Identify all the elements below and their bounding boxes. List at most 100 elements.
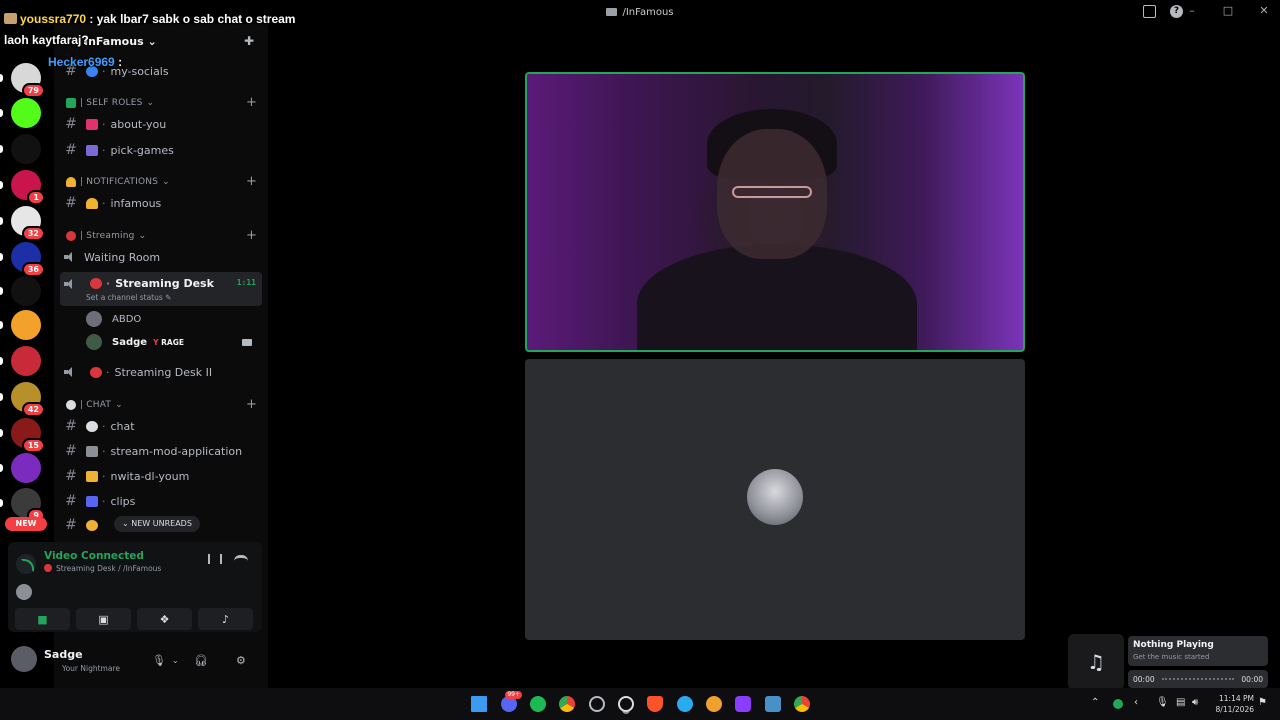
channel-label: nwita-dl-youm: [110, 469, 190, 483]
playback-progress[interactable]: 00:00 00:00: [1128, 670, 1268, 688]
clapper-icon: [86, 495, 98, 507]
windows-start-icon[interactable]: [471, 696, 487, 712]
avatar[interactable]: [11, 646, 37, 672]
server-x-icon[interactable]: 36: [11, 242, 45, 277]
category-streaming[interactable]: | Streaming ⌄ +: [66, 228, 257, 243]
channel-streaming-desk-ii[interactable]: · Streaming Desk II: [60, 361, 262, 383]
close-icon[interactable]: ✕: [1256, 4, 1272, 17]
network-icon[interactable]: ▤: [1176, 697, 1185, 708]
server-infamous-icon[interactable]: [11, 134, 41, 164]
add-channel-icon[interactable]: +: [246, 95, 257, 110]
clock[interactable]: 11:14 PM 8/11/2026: [1216, 693, 1254, 715]
red-circle-icon: [66, 231, 76, 241]
time-start: 00:00: [1133, 675, 1155, 684]
avatar: [86, 334, 102, 350]
voice-user-sadge[interactable]: Sadge Y RAGE: [86, 333, 184, 351]
voice-status-title[interactable]: Video Connected: [44, 550, 144, 562]
new-unreads-pill[interactable]: ⌄ NEW UNREADS: [114, 516, 200, 532]
channel-label: Waiting Room: [84, 250, 161, 264]
category-label: | NOTIFICATIONS: [80, 177, 159, 187]
channel-pick-games[interactable]: # · pick-games: [60, 139, 262, 161]
channel-stream-mod-application[interactable]: # · stream-mod-application: [60, 440, 262, 462]
category-chat[interactable]: | CHAT ⌄ +: [66, 397, 257, 412]
add-channel-icon[interactable]: +: [246, 228, 257, 243]
spotify-icon[interactable]: [530, 696, 546, 712]
noise-suppression-icon[interactable]: [208, 554, 222, 564]
chevron-down-icon[interactable]: ⌄: [172, 656, 179, 665]
screen-share-button[interactable]: ▣: [76, 608, 131, 630]
channel-about-you[interactable]: # · about-you: [60, 113, 262, 135]
now-playing-widget: ♫ Nothing Playing Get the music started …: [1068, 634, 1270, 692]
voice-connected-panel: Video Connected Streaming Desk / /InFamo…: [8, 542, 262, 632]
hash-icon: #: [65, 493, 77, 509]
server-ea-icon[interactable]: 1: [11, 170, 45, 205]
channel-waiting-room[interactable]: Waiting Room: [60, 246, 262, 268]
add-channel-icon[interactable]: +: [246, 174, 257, 189]
server-server-icon[interactable]: 32: [11, 206, 45, 241]
disconnect-icon[interactable]: [234, 555, 248, 561]
unread-pill: [0, 181, 3, 189]
server-n-icon[interactable]: [11, 276, 41, 306]
voice-user-abdo[interactable]: ABDO: [86, 310, 141, 328]
minimize-icon[interactable]: –: [1184, 4, 1200, 17]
discord-icon[interactable]: 99+: [501, 691, 522, 712]
participant-tile[interactable]: [525, 359, 1025, 640]
telegram-icon[interactable]: [677, 696, 693, 712]
app-icon[interactable]: [765, 696, 781, 712]
server-kick-icon[interactable]: [11, 98, 41, 128]
status-icon[interactable]: [1113, 699, 1123, 709]
voice-status-subtitle[interactable]: Streaming Desk / /InFamous: [44, 564, 161, 573]
music-note-icon[interactable]: ♫: [1068, 634, 1124, 690]
rage-tag: Y RAGE: [153, 337, 184, 347]
help-icon[interactable]: ?: [1170, 5, 1183, 18]
soundboard-button[interactable]: ♪: [198, 608, 253, 630]
speaker-icon: [64, 367, 78, 377]
channel-nwita-dl-youm[interactable]: # · nwita-dl-youm: [60, 465, 262, 487]
channel-streaming-desk[interactable]: · Streaming Desk 1:11 Set a channel stat…: [60, 272, 262, 306]
channel-clips[interactable]: # · clips: [60, 490, 262, 512]
category-self-roles[interactable]: | SELF ROLES ⌄ +: [66, 95, 257, 110]
category-notifications[interactable]: | NOTIFICATIONS ⌄ +: [66, 174, 257, 189]
maximize-icon[interactable]: □: [1220, 4, 1236, 17]
channel-chat[interactable]: # · chat: [60, 415, 262, 437]
server-haven-icon[interactable]: [11, 346, 41, 376]
server-server-icon[interactable]: 15: [11, 418, 45, 453]
unread-pill: [0, 74, 3, 82]
unread-badge: 36: [21, 262, 45, 277]
obs-icon[interactable]: [589, 696, 605, 712]
server-server-icon[interactable]: 9: [11, 488, 45, 523]
volume-icon[interactable]: 🔊︎: [1192, 697, 1198, 708]
hash-icon: #: [65, 443, 77, 459]
app-icon[interactable]: [618, 696, 634, 712]
server-vv-icon[interactable]: [11, 453, 41, 483]
server-server-icon[interactable]: 42: [11, 382, 45, 417]
add-member-icon[interactable]: ✚: [244, 34, 258, 48]
inbox-icon[interactable]: [1143, 5, 1156, 18]
server-icon: [606, 8, 618, 16]
avatar: [86, 311, 102, 327]
server-server-icon[interactable]: 79: [11, 63, 45, 98]
video-tile[interactable]: [525, 72, 1025, 352]
back-icon[interactable]: ‹: [1134, 697, 1138, 708]
chrome-icon[interactable]: [794, 696, 810, 712]
microphone-icon[interactable]: 🎙︎: [152, 654, 166, 667]
channel-infamous[interactable]: # · infamous: [60, 192, 262, 214]
headphones-icon[interactable]: 🎧︎: [194, 654, 208, 667]
camera-button[interactable]: ■: [15, 608, 70, 630]
channel-status[interactable]: Set a channel status ✎: [86, 293, 171, 302]
microphone-icon[interactable]: 🎙︎: [1156, 697, 1169, 708]
server-server-icon[interactable]: [11, 310, 41, 340]
brave-icon[interactable]: [647, 696, 663, 712]
call-timer: 1:11: [236, 278, 256, 287]
app-icon[interactable]: [706, 696, 722, 712]
chevron-up-icon[interactable]: ⌃: [1091, 697, 1099, 708]
now-playing-subtitle: Get the music started: [1133, 653, 1210, 661]
app-icon[interactable]: [735, 696, 751, 712]
activities-button[interactable]: ❖: [137, 608, 192, 630]
notification-icon[interactable]: ⚑: [1258, 697, 1267, 708]
new-servers-badge[interactable]: NEW: [5, 517, 47, 531]
gear-icon[interactable]: ⚙: [236, 654, 246, 667]
chrome-icon[interactable]: [559, 696, 575, 712]
add-channel-icon[interactable]: +: [246, 397, 257, 412]
overlay-message: youssra770 : yak lbar7 sabk o sab chat o…: [4, 12, 295, 26]
